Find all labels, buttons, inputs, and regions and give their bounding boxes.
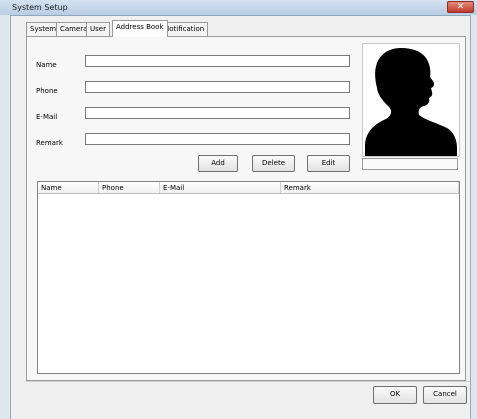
name-label: Name bbox=[36, 61, 57, 69]
window-titlebar: System Setup ✕ bbox=[0, 0, 477, 16]
list-header: Name Phone E-Mail Remark bbox=[38, 182, 459, 194]
phone-input[interactable] bbox=[85, 81, 350, 93]
ok-button[interactable]: OK bbox=[373, 386, 417, 404]
window-frame-right bbox=[470, 15, 477, 419]
email-input[interactable] bbox=[85, 107, 350, 119]
cancel-button[interactable]: Cancel bbox=[423, 386, 467, 404]
contact-photo[interactable] bbox=[362, 43, 460, 157]
edit-button[interactable]: Edit bbox=[307, 155, 350, 172]
person-silhouette-icon bbox=[365, 48, 457, 156]
photo-browse-button[interactable] bbox=[362, 158, 458, 170]
footer-divider bbox=[26, 381, 470, 382]
close-button[interactable]: ✕ bbox=[447, 1, 474, 13]
phone-label: Phone bbox=[36, 87, 58, 95]
delete-button[interactable]: Delete bbox=[252, 155, 295, 172]
column-header-email[interactable]: E-Mail bbox=[160, 182, 281, 193]
tab-user[interactable]: User bbox=[86, 22, 110, 36]
column-header-name[interactable]: Name bbox=[38, 182, 99, 193]
close-icon: ✕ bbox=[456, 2, 465, 12]
add-button[interactable]: Add bbox=[198, 155, 238, 172]
name-input[interactable] bbox=[85, 55, 350, 67]
window-title: System Setup bbox=[12, 3, 68, 12]
tab-system[interactable]: System bbox=[26, 22, 61, 36]
email-label: E-Mail bbox=[36, 113, 58, 121]
column-header-remark[interactable]: Remark bbox=[281, 182, 459, 193]
contacts-list[interactable]: Name Phone E-Mail Remark bbox=[37, 181, 460, 374]
column-header-phone[interactable]: Phone bbox=[99, 182, 160, 193]
tab-address-book[interactable]: Address Book bbox=[112, 20, 168, 37]
background-window-edge bbox=[0, 15, 11, 419]
remark-input[interactable] bbox=[85, 133, 350, 145]
remark-label: Remark bbox=[36, 139, 63, 147]
